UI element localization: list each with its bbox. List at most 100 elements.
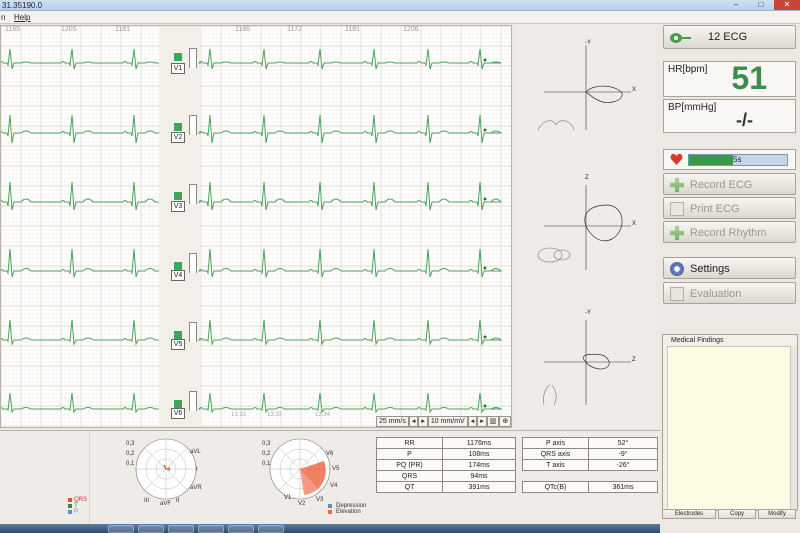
axis-table: P axis 52° QRS axis -9° T axis -26° QTc(B) 3… xyxy=(522,437,658,493)
interval-table: RR 1176ms P 108ms PQ (PR) 174ms QRS 94ms QT 3… xyxy=(376,437,516,493)
record-ecg-button[interactable]: Record ECG xyxy=(663,173,796,195)
elevation-swatch xyxy=(328,510,332,514)
polar2-label-v1: V1 xyxy=(284,495,292,501)
sagittal-right-label: Z xyxy=(632,357,636,363)
gain-down-icon[interactable]: ◂ xyxy=(467,416,478,427)
lead-v1-label[interactable]: V1 xyxy=(171,63,185,74)
interval-name: P xyxy=(376,448,443,460)
trace-end-marker xyxy=(483,266,487,270)
table-row: PQ (PR) 174ms xyxy=(376,459,516,471)
print-ecg-button[interactable]: Print ECG xyxy=(663,197,796,219)
lead-v6-label[interactable]: V6 xyxy=(171,408,185,419)
maximize-button[interactable]: □ xyxy=(749,0,773,10)
calibration-pulse xyxy=(189,184,197,204)
plus-icon xyxy=(670,178,684,192)
findings-scrollbar[interactable] xyxy=(790,346,797,510)
interval-value: 108ms xyxy=(442,448,516,460)
interval-value: 1176ms xyxy=(442,437,516,449)
minimize-button[interactable]: – xyxy=(724,0,748,10)
trace-end-marker xyxy=(483,58,487,62)
polar2-scale-1: 0,3 xyxy=(262,441,271,447)
torso-top-icon xyxy=(537,247,563,263)
rr-label-left-3: 1181 xyxy=(115,26,131,33)
time-mark: 13:34 xyxy=(315,412,331,418)
polar2-scale-3: 0,1 xyxy=(262,461,271,467)
axis-name: P axis xyxy=(522,437,589,449)
lead-v4-marker xyxy=(174,262,182,270)
taskbar-item[interactable] xyxy=(228,525,254,533)
taskbar-item[interactable] xyxy=(168,525,194,533)
modify-button[interactable]: Modify xyxy=(758,509,796,519)
time-mark: 13:33 xyxy=(267,412,283,418)
zoom-icon[interactable]: ⊕ xyxy=(499,416,512,427)
printer-icon xyxy=(670,202,684,216)
table-row: P 108ms xyxy=(376,448,516,460)
taskbar-item[interactable] xyxy=(258,525,284,533)
menu-item-help[interactable]: Help xyxy=(14,11,30,24)
polar1-label-avr: aVR xyxy=(190,485,202,491)
speed-down-icon[interactable]: ◂ xyxy=(408,416,419,427)
evaluation-button[interactable]: Evaluation xyxy=(663,282,796,304)
ecg-trace-right xyxy=(198,319,503,346)
polar2-label-v6: V6 xyxy=(326,451,334,457)
record-ecg-label: Record ECG xyxy=(690,179,753,191)
horizontal-top-label: Z xyxy=(585,175,589,181)
interval-value: 174ms xyxy=(442,459,516,471)
taskbar-item[interactable] xyxy=(198,525,224,533)
legend-qrs-swatch xyxy=(68,498,72,502)
taskbar-item[interactable] xyxy=(108,525,134,533)
lead-v4-label[interactable]: V4 xyxy=(171,270,185,281)
polar2-label-v5: V5 xyxy=(332,466,340,472)
heart-rate-box: HR[bpm] 51 xyxy=(663,60,796,97)
lead-v2-marker xyxy=(174,123,182,131)
ecg-mode-button[interactable]: 12 ECG xyxy=(663,25,796,49)
torso-side-icon xyxy=(543,384,557,406)
legend-p: P xyxy=(74,509,79,515)
menu-item-partial[interactable]: n xyxy=(1,11,5,24)
interval-name: QT xyxy=(376,481,443,493)
frontal-qrs-loop xyxy=(585,85,623,103)
record-rhythm-button[interactable]: Record Rhythm xyxy=(663,221,796,243)
ecg-trace-left xyxy=(1,248,159,278)
electrodes-button[interactable]: Electrodes xyxy=(662,509,716,519)
trace-end-marker xyxy=(483,404,487,408)
polar1-scale-3: 0,1 xyxy=(126,461,135,467)
layout-icon[interactable]: ▥ xyxy=(486,416,500,427)
evaluation-icon xyxy=(670,287,684,301)
trace-end-marker xyxy=(483,128,487,132)
record-rhythm-label: Record Rhythm xyxy=(690,227,767,239)
gain-up-icon[interactable]: ▸ xyxy=(477,416,487,427)
lead-v5-marker xyxy=(174,331,182,339)
interval-value: 391ms xyxy=(442,481,516,493)
blank-cell xyxy=(588,470,658,482)
speed-up-icon[interactable]: ▸ xyxy=(418,416,428,427)
horizontal-right-label: X xyxy=(632,221,637,227)
calibration-pulse xyxy=(189,115,197,135)
medical-findings-textarea[interactable] xyxy=(667,346,791,510)
polar1-scale-1: 0,3 xyxy=(126,441,135,447)
rr-label-right-3: 1181 xyxy=(345,26,361,33)
lead-v2-label[interactable]: V2 xyxy=(171,132,185,143)
ecg-trace-right xyxy=(198,114,503,144)
time-mark: 13:32 xyxy=(231,412,247,418)
depression-swatch xyxy=(328,504,332,508)
blank-cell xyxy=(522,470,589,482)
paper-speed-value[interactable]: 25 mm/s xyxy=(376,416,409,427)
polar2-label-v4: V4 xyxy=(330,483,338,489)
interval-name: RR xyxy=(376,437,443,449)
interval-value: 94ms xyxy=(442,470,516,482)
lead-v5-label[interactable]: V5 xyxy=(171,339,185,350)
settings-button[interactable]: Settings xyxy=(663,257,796,279)
trace-end-marker xyxy=(483,197,487,201)
close-button[interactable]: ✕ xyxy=(774,0,800,10)
lead-v3-label[interactable]: V3 xyxy=(171,201,185,212)
menu-bar: n Help xyxy=(0,11,800,24)
gain-value[interactable]: 10 mm/mV xyxy=(427,416,468,427)
ecg-mode-label: 12 ECG xyxy=(708,31,748,43)
analysis-panel: 0,3 0,2 0,1 aVL I aVR aVF II III QRS T P… xyxy=(0,430,660,525)
legend-elevation: Elevation xyxy=(336,509,361,515)
copy-button[interactable]: Copy xyxy=(718,509,756,519)
table-row: QRS 94ms xyxy=(376,470,516,482)
timer-progress-fill xyxy=(689,155,733,165)
taskbar-item[interactable] xyxy=(138,525,164,533)
